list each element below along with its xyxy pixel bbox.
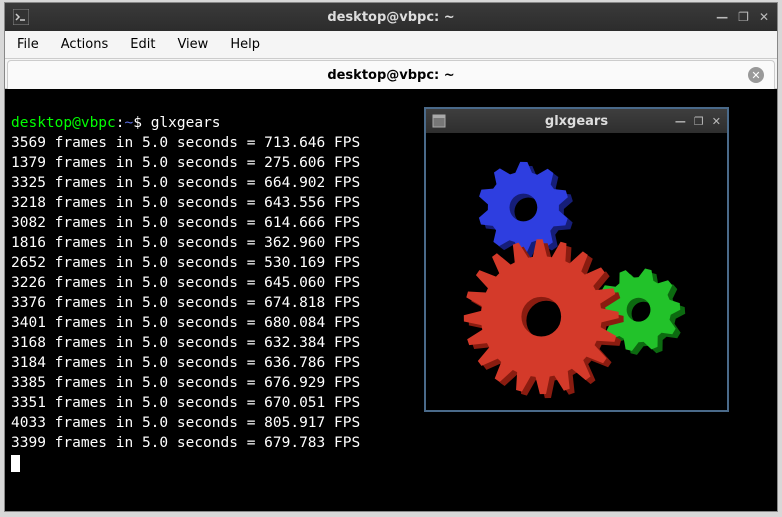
- command-text: glxgears: [151, 115, 221, 131]
- terminal-icon: [13, 9, 29, 25]
- menu-file[interactable]: File: [17, 37, 39, 52]
- menu-view[interactable]: View: [177, 37, 208, 52]
- terminal-cursor: [11, 455, 20, 472]
- prompt-path: ~: [125, 115, 134, 131]
- gears-svg: [426, 133, 727, 410]
- menu-help[interactable]: Help: [230, 37, 260, 52]
- tab-close-button[interactable]: ✕: [748, 67, 764, 83]
- tab-label: desktop@vbpc: ~: [327, 68, 454, 83]
- window-controls: — ❐ ✕: [716, 10, 769, 24]
- glxgears-window[interactable]: glxgears — ❐ ✕: [424, 107, 729, 412]
- terminal-tab[interactable]: desktop@vbpc: ~ ✕: [7, 60, 775, 89]
- minimize-button[interactable]: —: [716, 10, 728, 24]
- close-button[interactable]: ✕: [759, 10, 769, 24]
- prompt-user-host: desktop@vbpc: [11, 115, 116, 131]
- glxgears-controls: — ❐ ✕: [675, 115, 721, 128]
- glxgears-minimize-button[interactable]: —: [675, 115, 686, 128]
- gears-canvas: [426, 133, 727, 410]
- glxgears-title: glxgears: [545, 114, 608, 129]
- window-icon: [432, 114, 446, 128]
- window-title: desktop@vbpc: ~: [327, 10, 454, 25]
- maximize-button[interactable]: ❐: [738, 10, 749, 24]
- titlebar[interactable]: desktop@vbpc: ~ — ❐ ✕: [5, 3, 777, 31]
- red-gear-face: [464, 239, 619, 394]
- glxgears-close-button[interactable]: ✕: [712, 115, 721, 128]
- menubar: File Actions Edit View Help: [5, 31, 777, 59]
- prompt-dollar: $: [133, 115, 142, 131]
- menu-edit[interactable]: Edit: [130, 37, 155, 52]
- glxgears-titlebar[interactable]: glxgears — ❐ ✕: [426, 109, 727, 133]
- tabstrip: desktop@vbpc: ~ ✕: [5, 59, 777, 89]
- menu-actions[interactable]: Actions: [61, 37, 109, 52]
- glxgears-maximize-button[interactable]: ❐: [694, 115, 704, 128]
- prompt-colon: :: [116, 115, 125, 131]
